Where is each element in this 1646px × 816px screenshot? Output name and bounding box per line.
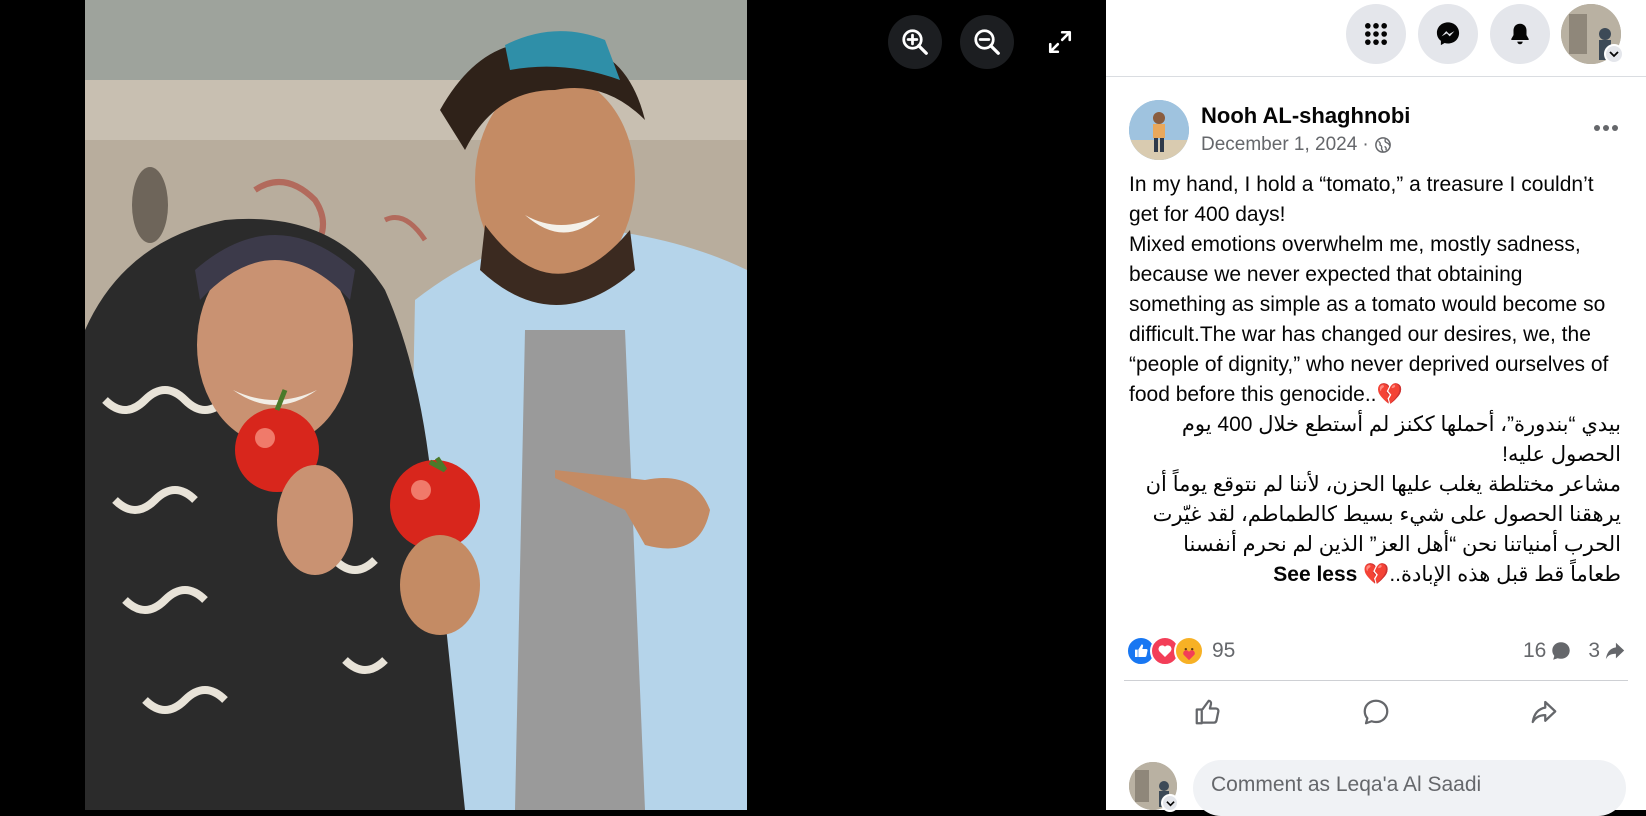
thumbs-up-icon	[1195, 699, 1220, 725]
chevron-down-icon	[1165, 800, 1175, 806]
post-actions	[1124, 690, 1628, 734]
engagement-counts: 16 3	[1523, 639, 1626, 663]
fullscreen-button[interactable]	[1033, 15, 1087, 69]
reaction-icons[interactable]	[1126, 636, 1204, 666]
share-count[interactable]: 3	[1588, 639, 1626, 663]
share-button[interactable]	[1474, 690, 1614, 734]
comment-button[interactable]	[1306, 690, 1446, 734]
post-options-button[interactable]	[1586, 108, 1626, 148]
zoom-out-icon	[974, 29, 1000, 55]
post-date[interactable]: December 1, 2024	[1201, 134, 1357, 156]
post-text: In my hand, I hold a “tomato,” a treasur…	[1129, 170, 1621, 590]
post-text-ar-1: بيدي “بندورة”، أحملها ككنز لم أستطع خلال…	[1181, 413, 1621, 466]
comment-count-value: 16	[1522, 639, 1547, 662]
actions-divider	[1124, 680, 1628, 681]
care-reaction-icon	[1174, 636, 1204, 666]
top-bar	[1106, 0, 1646, 77]
comment-icon	[1363, 699, 1389, 725]
comment-count[interactable]: 16	[1523, 639, 1572, 663]
share-icon	[1531, 700, 1557, 724]
photo-illustration	[85, 0, 747, 810]
menu-button[interactable]	[1346, 4, 1406, 64]
post-photo[interactable]	[85, 0, 747, 810]
see-less-link[interactable]: See less	[1273, 563, 1357, 586]
comment-input[interactable]	[1193, 760, 1626, 816]
fullscreen-icon	[1048, 30, 1072, 54]
globe-icon[interactable]	[1374, 136, 1392, 154]
author-avatar[interactable]	[1129, 100, 1189, 160]
media-viewer	[0, 0, 1106, 810]
grid-menu-icon	[1365, 23, 1387, 45]
notifications-button[interactable]	[1490, 4, 1550, 64]
post-text-ar-2-wrapper: مشاعر مختلطة يغلب عليها الحزن، لأننا لم …	[1129, 470, 1621, 590]
zoom-in-button[interactable]	[888, 15, 942, 69]
author-avatar-image	[1129, 100, 1189, 160]
commenter-caret[interactable]	[1161, 794, 1179, 812]
share-count-value: 3	[1588, 639, 1600, 662]
post-text-en-2: Mixed emotions overwhelm me, mostly sadn…	[1129, 233, 1609, 406]
reactions-bar: 95 16 3	[1126, 633, 1626, 669]
meta-separator: ·	[1362, 134, 1369, 155]
post-text-ar-2: مشاعر مختلطة يغلب عليها الحزن، لأننا لم …	[1145, 473, 1621, 586]
post-header: Nooh AL-shaghnobi December 1, 2024 ·	[1129, 100, 1626, 162]
author-name[interactable]: Nooh AL-shaghnobi	[1201, 103, 1410, 129]
bell-icon	[1511, 23, 1529, 45]
zoom-in-icon	[902, 29, 928, 55]
more-horizontal-icon	[1594, 125, 1618, 131]
chevron-down-icon	[1609, 51, 1619, 58]
post-meta: December 1, 2024 ·	[1201, 134, 1392, 156]
post-panel: Nooh AL-shaghnobi December 1, 2024 · In …	[1106, 0, 1646, 816]
messenger-button[interactable]	[1418, 4, 1478, 64]
post-text-en-1: In my hand, I hold a “tomato,” a treasur…	[1129, 173, 1594, 226]
share-arrow-icon	[1605, 642, 1625, 660]
reaction-count[interactable]: 95	[1212, 639, 1235, 663]
like-button[interactable]	[1138, 690, 1278, 734]
zoom-out-button[interactable]	[960, 15, 1014, 69]
comment-bubble-icon	[1552, 642, 1571, 660]
messenger-icon	[1436, 22, 1460, 46]
account-menu-caret[interactable]	[1604, 44, 1624, 64]
comment-composer	[1129, 760, 1626, 816]
